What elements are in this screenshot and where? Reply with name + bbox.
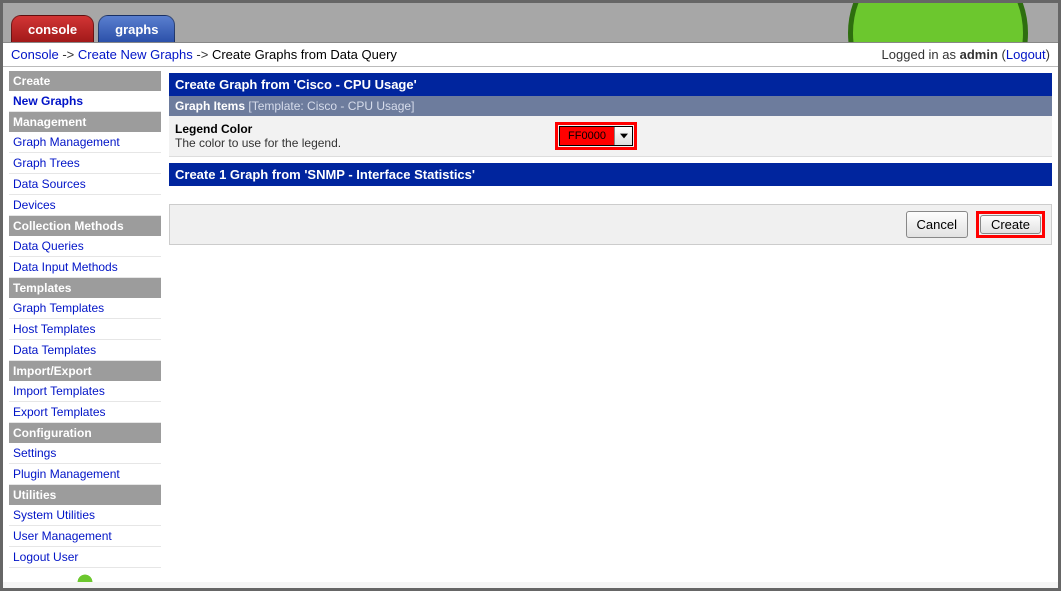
sidebar-item-new-graphs[interactable]: New Graphs: [9, 91, 161, 112]
sidebar-item-data-input-methods[interactable]: Data Input Methods: [9, 257, 161, 278]
cacti-icon: [70, 572, 100, 582]
breadcrumb-create-new-graphs[interactable]: Create New Graphs: [78, 47, 193, 62]
graph-items-template: [Template: Cisco - CPU Usage]: [248, 99, 414, 113]
breadcrumb: Console -> Create New Graphs -> Create G…: [11, 47, 397, 62]
action-bar: Cancel Create: [169, 204, 1052, 245]
legend-color-select[interactable]: FF0000: [559, 126, 633, 146]
legend-color-desc: The color to use for the legend.: [175, 136, 555, 150]
login-prefix: Logged in as: [882, 47, 960, 62]
sidebar-item-graph-trees[interactable]: Graph Trees: [9, 153, 161, 174]
sidebar: Create New Graphs Management Graph Manag…: [3, 67, 167, 582]
cacti-logo: [848, 3, 1028, 43]
logout-link[interactable]: Logout: [1006, 47, 1046, 62]
sidebar-item-data-sources[interactable]: Data Sources: [9, 174, 161, 195]
section-title-cisco-cpu: Create Graph from 'Cisco - CPU Usage': [169, 73, 1052, 96]
sidebar-footer: [9, 572, 161, 582]
sidebar-section-utilities: Utilities: [9, 485, 161, 505]
login-status: Logged in as admin (Logout): [882, 47, 1050, 62]
tab-graphs[interactable]: graphs: [98, 15, 175, 43]
sidebar-item-graph-templates[interactable]: Graph Templates: [9, 298, 161, 319]
sidebar-item-user-management[interactable]: User Management: [9, 526, 161, 547]
sidebar-item-data-queries[interactable]: Data Queries: [9, 236, 161, 257]
sidebar-item-export-templates[interactable]: Export Templates: [9, 402, 161, 423]
sidebar-section-configuration: Configuration: [9, 423, 161, 443]
form-row-legend-color: Legend Color The color to use for the le…: [169, 116, 1052, 157]
create-button[interactable]: Create: [980, 215, 1041, 234]
cancel-button[interactable]: Cancel: [906, 211, 968, 238]
breadcrumb-bar: Console -> Create New Graphs -> Create G…: [3, 43, 1058, 67]
breadcrumb-console[interactable]: Console: [11, 47, 59, 62]
section-subtitle-graph-items: Graph Items [Template: Cisco - CPU Usage…: [169, 96, 1052, 116]
sidebar-section-templates: Templates: [9, 278, 161, 298]
highlight-create-button: Create: [976, 211, 1045, 238]
tab-console[interactable]: console: [11, 15, 94, 43]
sidebar-section-import-export: Import/Export: [9, 361, 161, 381]
content: Create Graph from 'Cisco - CPU Usage' Gr…: [167, 67, 1058, 582]
breadcrumb-current: Create Graphs from Data Query: [212, 47, 397, 62]
login-user: admin: [960, 47, 998, 62]
legend-color-label: Legend Color: [175, 122, 555, 136]
sidebar-section-management: Management: [9, 112, 161, 132]
sidebar-item-system-utilities[interactable]: System Utilities: [9, 505, 161, 526]
sidebar-item-settings[interactable]: Settings: [9, 443, 161, 464]
sidebar-item-data-templates[interactable]: Data Templates: [9, 340, 161, 361]
sidebar-item-host-templates[interactable]: Host Templates: [9, 319, 161, 340]
sidebar-item-plugin-management[interactable]: Plugin Management: [9, 464, 161, 485]
graph-items-label: Graph Items: [175, 99, 248, 113]
sidebar-section-create: Create: [9, 71, 161, 91]
sidebar-item-graph-management[interactable]: Graph Management: [9, 132, 161, 153]
breadcrumb-sep: ->: [62, 47, 78, 62]
color-swatch: FF0000: [560, 127, 614, 145]
section-title-snmp-interface: Create 1 Graph from 'SNMP - Interface St…: [169, 163, 1052, 186]
sidebar-item-import-templates[interactable]: Import Templates: [9, 381, 161, 402]
sidebar-item-devices[interactable]: Devices: [9, 195, 161, 216]
sidebar-item-logout-user[interactable]: Logout User: [9, 547, 161, 568]
chevron-down-icon: [614, 127, 632, 145]
sidebar-section-collection: Collection Methods: [9, 216, 161, 236]
highlight-color-select: FF0000: [555, 122, 637, 150]
header: console graphs: [3, 3, 1058, 43]
breadcrumb-sep: ->: [196, 47, 212, 62]
